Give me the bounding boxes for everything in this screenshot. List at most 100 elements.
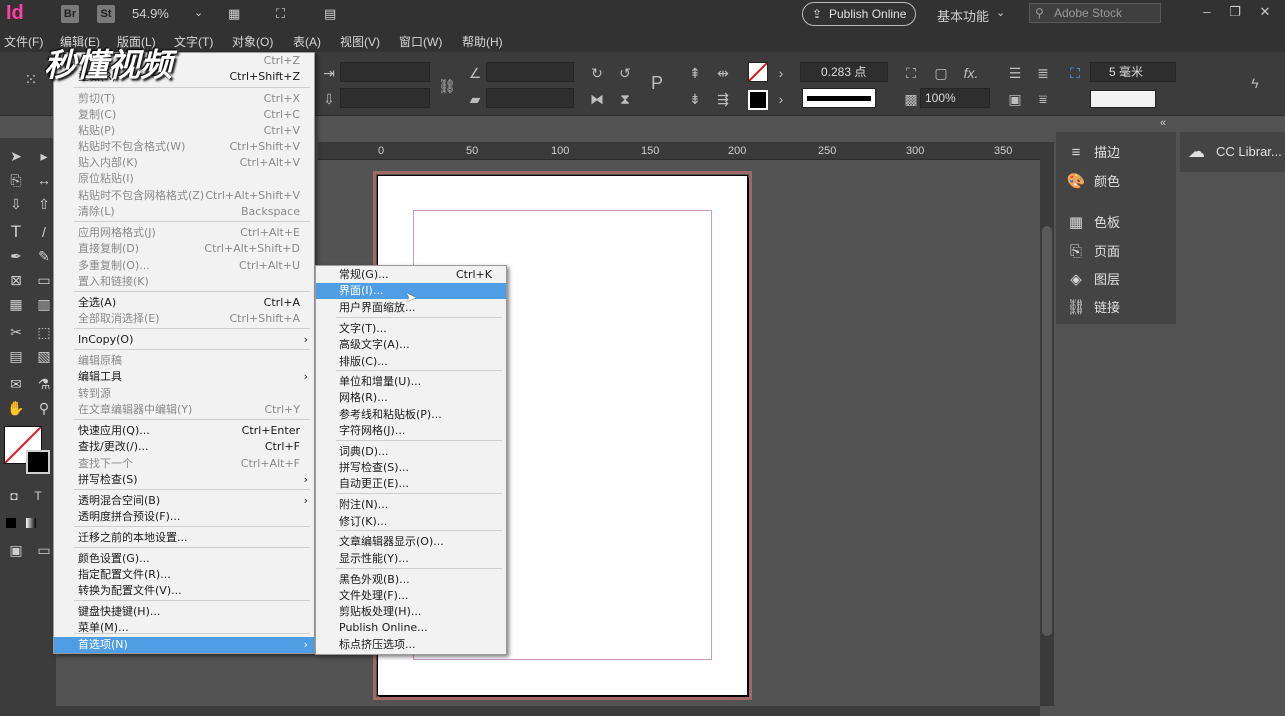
apply-gradient-icon[interactable]	[26, 518, 36, 528]
effects-icon[interactable]: fx.	[962, 64, 980, 82]
arrange-documents-icon[interactable]: ▤	[324, 6, 336, 22]
panel-links[interactable]: ⛓ 链接	[1066, 296, 1176, 320]
width-field[interactable]	[340, 62, 430, 82]
cc-libraries-panel[interactable]: ☁ CC Librar...	[1180, 132, 1285, 172]
select-next-icon[interactable]: ⇶	[714, 90, 732, 108]
pref-item[interactable]: 修订(K)...	[316, 514, 506, 530]
align-bottom-icon[interactable]: ⩸	[1034, 90, 1052, 108]
formatting-text-icon[interactable]: T	[28, 486, 48, 506]
pref-item[interactable]: 文章编辑器显示(O)...	[316, 534, 506, 550]
reference-point-icon[interactable]: ⁙	[22, 72, 40, 90]
panel-swatches[interactable]: ▦ 色板	[1066, 211, 1176, 235]
flip-vertical-icon[interactable]: ⧗	[616, 90, 634, 108]
content-collector-icon[interactable]: ⇩	[6, 194, 26, 214]
panel-layers[interactable]: ◈ 图层	[1066, 268, 1176, 292]
type-tool-icon[interactable]: T	[6, 222, 26, 242]
constrain-proportions-icon[interactable]: ⛓	[438, 77, 456, 95]
scissors-tool-icon[interactable]: ✂	[6, 322, 26, 342]
height-field[interactable]	[340, 88, 430, 108]
quick-apply-icon[interactable]: ϟ	[1246, 74, 1264, 92]
align-center-icon[interactable]: ≣	[1034, 64, 1052, 82]
fill-arrow-icon[interactable]: ›	[772, 64, 790, 82]
edit-item[interactable]: 透明度拼合预设(F)...	[54, 509, 314, 525]
select-container-icon[interactable]: ⇞	[686, 64, 704, 82]
stroke-swatch[interactable]	[748, 90, 768, 110]
minimize-icon[interactable]: –	[1197, 2, 1217, 22]
opacity-field[interactable]: 100%	[920, 88, 990, 108]
view-options-icon[interactable]: ▦	[228, 6, 240, 22]
pref-item[interactable]: Publish Online...	[316, 620, 506, 636]
zoom-level[interactable]: 54.9%	[132, 6, 169, 21]
gap-tool-icon[interactable]: ↔	[34, 170, 54, 190]
edit-item[interactable]: 首选项(N) ›	[54, 637, 314, 653]
edit-item[interactable]: 键盘快捷键(H)...	[54, 604, 314, 620]
scrollbar-thumb[interactable]	[1042, 226, 1052, 636]
stroke-color-box[interactable]	[26, 450, 50, 474]
gradient-feather-tool-icon[interactable]: ▧	[34, 346, 54, 366]
edit-item[interactable]: 迁移之前的本地设置...	[54, 530, 314, 546]
pref-item[interactable]: 单位和增量(U)...	[316, 374, 506, 390]
pref-item[interactable]: 自动更正(E)...	[316, 476, 506, 492]
rotate-cw-icon[interactable]: ↻	[588, 64, 606, 82]
rectangle-tool-icon[interactable]: ▭	[34, 270, 54, 290]
pref-item[interactable]: 常规(G)... Ctrl+K	[316, 267, 506, 283]
rotation-field[interactable]	[486, 62, 574, 82]
pref-item[interactable]: 标点挤压选项...	[316, 637, 506, 653]
restore-icon[interactable]: ❐	[1225, 2, 1245, 22]
pref-item[interactable]: 文件处理(F)...	[316, 588, 506, 604]
pref-item[interactable]: 附注(N)...	[316, 497, 506, 513]
menu-help[interactable]: 帮助(H)	[462, 33, 503, 50]
apply-color-icon[interactable]	[6, 518, 16, 528]
collapse-panels-icon[interactable]: «	[1160, 117, 1166, 129]
preview-mode-icon[interactable]: ▭	[34, 540, 54, 560]
note-tool-icon[interactable]: ✉	[6, 374, 26, 394]
line-tool-icon[interactable]: /	[34, 222, 54, 242]
pref-item[interactable]: 拼写检查(S)...	[316, 460, 506, 476]
p-icon[interactable]: P	[648, 74, 666, 92]
pref-item[interactable]: 网格(R)...	[316, 390, 506, 406]
menu-file[interactable]: 文件(F)	[4, 33, 43, 50]
align-left-icon[interactable]: ☰	[1006, 64, 1024, 82]
select-previous-icon[interactable]: ⇹	[714, 64, 732, 82]
direct-selection-tool-icon[interactable]: ▸	[34, 146, 54, 166]
distribute-icon[interactable]: ▣	[1006, 90, 1024, 108]
rectangle-frame-tool-icon[interactable]: ⊠	[6, 270, 26, 290]
fill-swatch[interactable]	[748, 62, 768, 82]
content-placer-icon[interactable]: ⇧	[34, 194, 54, 214]
pref-item[interactable]: 字符网格(J)...	[316, 423, 506, 439]
edit-item[interactable]: 查找/更改(/)... Ctrl+F	[54, 439, 314, 455]
stock-badge[interactable]: St	[97, 5, 115, 23]
table-tool-icon[interactable]: ▦	[6, 294, 26, 314]
free-transform-tool-icon[interactable]: ⬚	[34, 322, 54, 342]
screen-mode-icon[interactable]: ⛶	[276, 6, 285, 22]
edit-item[interactable]: InCopy(O) ›	[54, 332, 314, 348]
panel-pages[interactable]: ⎘ 页面	[1066, 240, 1176, 264]
selection-tool-icon[interactable]: ➤	[6, 146, 26, 166]
menu-window[interactable]: 窗口(W)	[399, 33, 442, 50]
zoom-dropdown-icon[interactable]: ⌄	[194, 6, 203, 19]
frame-style-swatch[interactable]	[1090, 90, 1156, 108]
pref-item[interactable]: 词典(D)...	[316, 444, 506, 460]
edit-item[interactable]: 全选(A) Ctrl+A	[54, 295, 314, 311]
pref-item[interactable]: 文字(T)...	[316, 321, 506, 337]
pref-item[interactable]: 剪贴板处理(H)...	[316, 604, 506, 620]
page-tool-icon[interactable]: ⎘	[6, 170, 26, 190]
bridge-badge[interactable]: Br	[61, 5, 79, 23]
edit-item[interactable]: 快速应用(Q)... Ctrl+Enter	[54, 423, 314, 439]
stroke-type-selector[interactable]	[802, 88, 876, 108]
workspace-dropdown-icon[interactable]: ⌄	[996, 6, 1005, 19]
stroke-arrow-icon[interactable]: ›	[772, 90, 790, 108]
edit-item[interactable]: 转换为配置文件(V)...	[54, 583, 314, 599]
drop-shadow-icon[interactable]: ▢	[932, 64, 950, 82]
close-icon[interactable]: ✕	[1255, 2, 1275, 22]
pen-tool-icon[interactable]: ✒	[6, 246, 26, 266]
edit-item[interactable]: 透明混合空间(B) ›	[54, 493, 314, 509]
pref-item[interactable]: 显示性能(Y)...	[316, 551, 506, 567]
menu-table[interactable]: 表(A)	[293, 33, 321, 50]
edit-item[interactable]: 颜色设置(G)...	[54, 551, 314, 567]
edit-item[interactable]: 指定配置文件(R)...	[54, 567, 314, 583]
panel-color[interactable]: 🎨 颜色	[1066, 170, 1176, 194]
grid-tool-icon[interactable]: ▥	[34, 294, 54, 314]
formatting-container-icon[interactable]: ◘	[4, 486, 24, 506]
screen-mode-tool-icon[interactable]: ▣	[6, 540, 26, 560]
